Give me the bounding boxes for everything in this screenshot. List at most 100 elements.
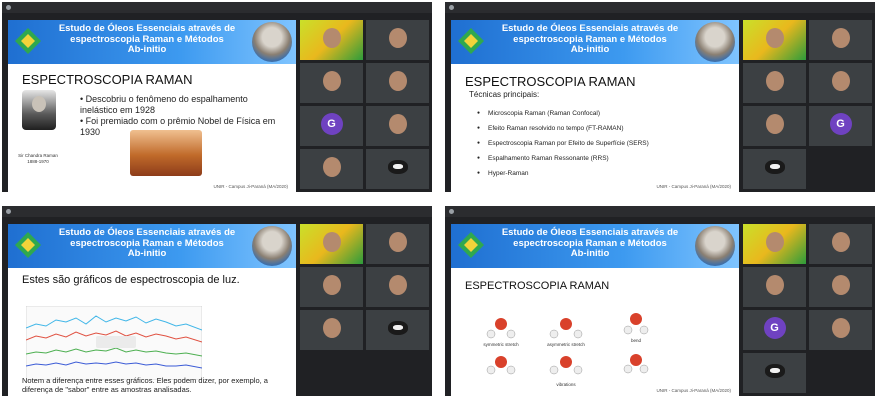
slide-caption: Notem a diferença entre esses gráficos. … [22, 376, 268, 394]
participant-tile[interactable] [743, 20, 806, 60]
meet-window-1: Estudo de Óleos Essenciais através de es… [2, 2, 432, 192]
participant-video [831, 71, 850, 91]
participant-tile[interactable] [300, 20, 363, 60]
participant-tile[interactable] [743, 353, 806, 393]
tab-icon [6, 5, 11, 10]
univ-logo-icon [15, 232, 41, 258]
participant-video [388, 275, 407, 295]
participant-tile[interactable] [300, 310, 363, 350]
slide-heading: ESPECTROSCOPIA RAMAN [22, 72, 193, 87]
presenter-avatar [695, 22, 735, 62]
participant-tile[interactable] [366, 149, 429, 189]
participant-video [322, 157, 341, 177]
meet-window-3: Estudo de Óleos Essenciais através de es… [2, 206, 432, 396]
cat-photo [764, 160, 785, 174]
participant-video [322, 232, 341, 252]
tab-icon [449, 209, 454, 214]
slide-title: Estudo de Óleos Essenciais através de es… [501, 23, 679, 55]
participant-tile[interactable] [743, 149, 806, 189]
participant-tile[interactable] [743, 267, 806, 307]
slide-banner: Estudo de Óleos Essenciais através de es… [8, 20, 296, 64]
participant-video [388, 28, 407, 48]
slide-subheading: Técnicas principais: [469, 90, 540, 99]
participant-tile[interactable] [366, 267, 429, 307]
participant-video [322, 28, 341, 48]
slide-banner: Estudo de Óleos Essenciais através de es… [8, 224, 296, 268]
participant-tile[interactable] [809, 310, 872, 350]
molecule-asymmetric-stretch [549, 318, 583, 339]
label-bend: bend [630, 338, 641, 343]
cat-photo [764, 364, 785, 378]
slide-title: Estudo de Óleos Essenciais através de es… [58, 227, 236, 259]
raman-portrait [22, 90, 56, 130]
water-vibration-diagram [486, 313, 649, 375]
presenter-avatar [252, 22, 292, 62]
slide-heading: Estes são gráficos de espectroscopia de … [22, 274, 240, 286]
participant-tile[interactable] [743, 63, 806, 103]
presenter-avatar [252, 226, 292, 266]
participant-video [765, 28, 784, 48]
slide-footer: UNIR - Campus Ji-Paraná (MA/2020) [213, 184, 288, 189]
presentation-slide: Estudo de Óleos Essenciais através de es… [8, 20, 296, 192]
list-item: Espalhamento Raman Ressonante (RRS) [477, 151, 649, 166]
tab-icon [449, 5, 454, 10]
participant-tile[interactable] [366, 224, 429, 264]
cat-photo [387, 321, 408, 335]
participant-tile[interactable]: G [809, 106, 872, 146]
label-symmetric-stretch: symmetric stretch [483, 342, 519, 347]
participant-tile[interactable] [366, 310, 429, 350]
molecule-row-2 [486, 354, 649, 375]
participant-video [765, 71, 784, 91]
participant-tile[interactable] [366, 63, 429, 103]
browser-tab-bar[interactable] [445, 2, 875, 13]
molecule-bend [623, 313, 649, 335]
participant-video [831, 318, 850, 338]
cat-photo [387, 160, 408, 174]
participant-video [765, 232, 784, 252]
participant-tile[interactable] [300, 149, 363, 189]
portrait-caption: Sir Chandra Raman 1888-1970 [18, 153, 58, 164]
meet-window-2: Estudo de Óleos Essenciais através de es… [445, 2, 875, 192]
participant-tile[interactable] [809, 224, 872, 264]
participant-tile[interactable] [743, 224, 806, 264]
label-vibrations: vibrations [556, 382, 576, 387]
participant-tile[interactable] [809, 63, 872, 103]
molecule-symmetric-stretch [486, 318, 516, 339]
video-control-overlay[interactable] [96, 336, 136, 348]
list-item: Hyper-Raman [477, 166, 649, 181]
participant-tile[interactable] [809, 267, 872, 307]
univ-logo-icon [458, 28, 484, 54]
browser-tab-bar[interactable] [2, 2, 432, 13]
instrument-photo [130, 130, 202, 176]
univ-logo-icon [15, 28, 41, 54]
participant-tile[interactable]: G [743, 310, 806, 350]
participant-tile[interactable] [809, 20, 872, 60]
participant-video [831, 275, 850, 295]
participant-tile[interactable] [300, 63, 363, 103]
browser-tab-bar[interactable] [2, 206, 432, 217]
participant-tile[interactable] [743, 106, 806, 146]
participant-video [765, 114, 784, 134]
participant-avatar: G [829, 113, 852, 135]
spectrum-graph [26, 306, 202, 380]
participant-tile[interactable] [366, 106, 429, 146]
presentation-slide: Estudo de Óleos Essenciais através de es… [451, 224, 739, 396]
slide-footer: UNIR - Campus Ji-Paraná (MA/2020) [656, 184, 731, 189]
slide-heading: ESPECTROSCOPIA RAMAN [465, 74, 636, 89]
technique-list: Microscopia Raman (Raman Confocal) Efeit… [477, 106, 649, 181]
slide-bullet-1: • Descobriu o fenômeno do espalhamento i… [80, 94, 248, 115]
browser-tab-bar[interactable] [445, 206, 875, 217]
participant-tile[interactable] [300, 224, 363, 264]
tab-icon [6, 209, 11, 214]
participant-video [388, 232, 407, 252]
slide-banner: Estudo de Óleos Essenciais através de es… [451, 20, 739, 64]
participant-tile[interactable] [366, 20, 429, 60]
participant-video [388, 114, 407, 134]
slide-footer: UNIR - Campus Ji-Paraná (MA/2020) [656, 388, 731, 393]
list-item: Efeito Raman resolvido no tempo (FT-RAMA… [477, 121, 649, 136]
list-item: Microscopia Raman (Raman Confocal) [477, 106, 649, 121]
participant-video [388, 71, 407, 91]
slide-title: Estudo de Óleos Essenciais através de es… [58, 23, 236, 55]
participant-tile[interactable]: G [300, 106, 363, 146]
participant-tile[interactable] [300, 267, 363, 307]
